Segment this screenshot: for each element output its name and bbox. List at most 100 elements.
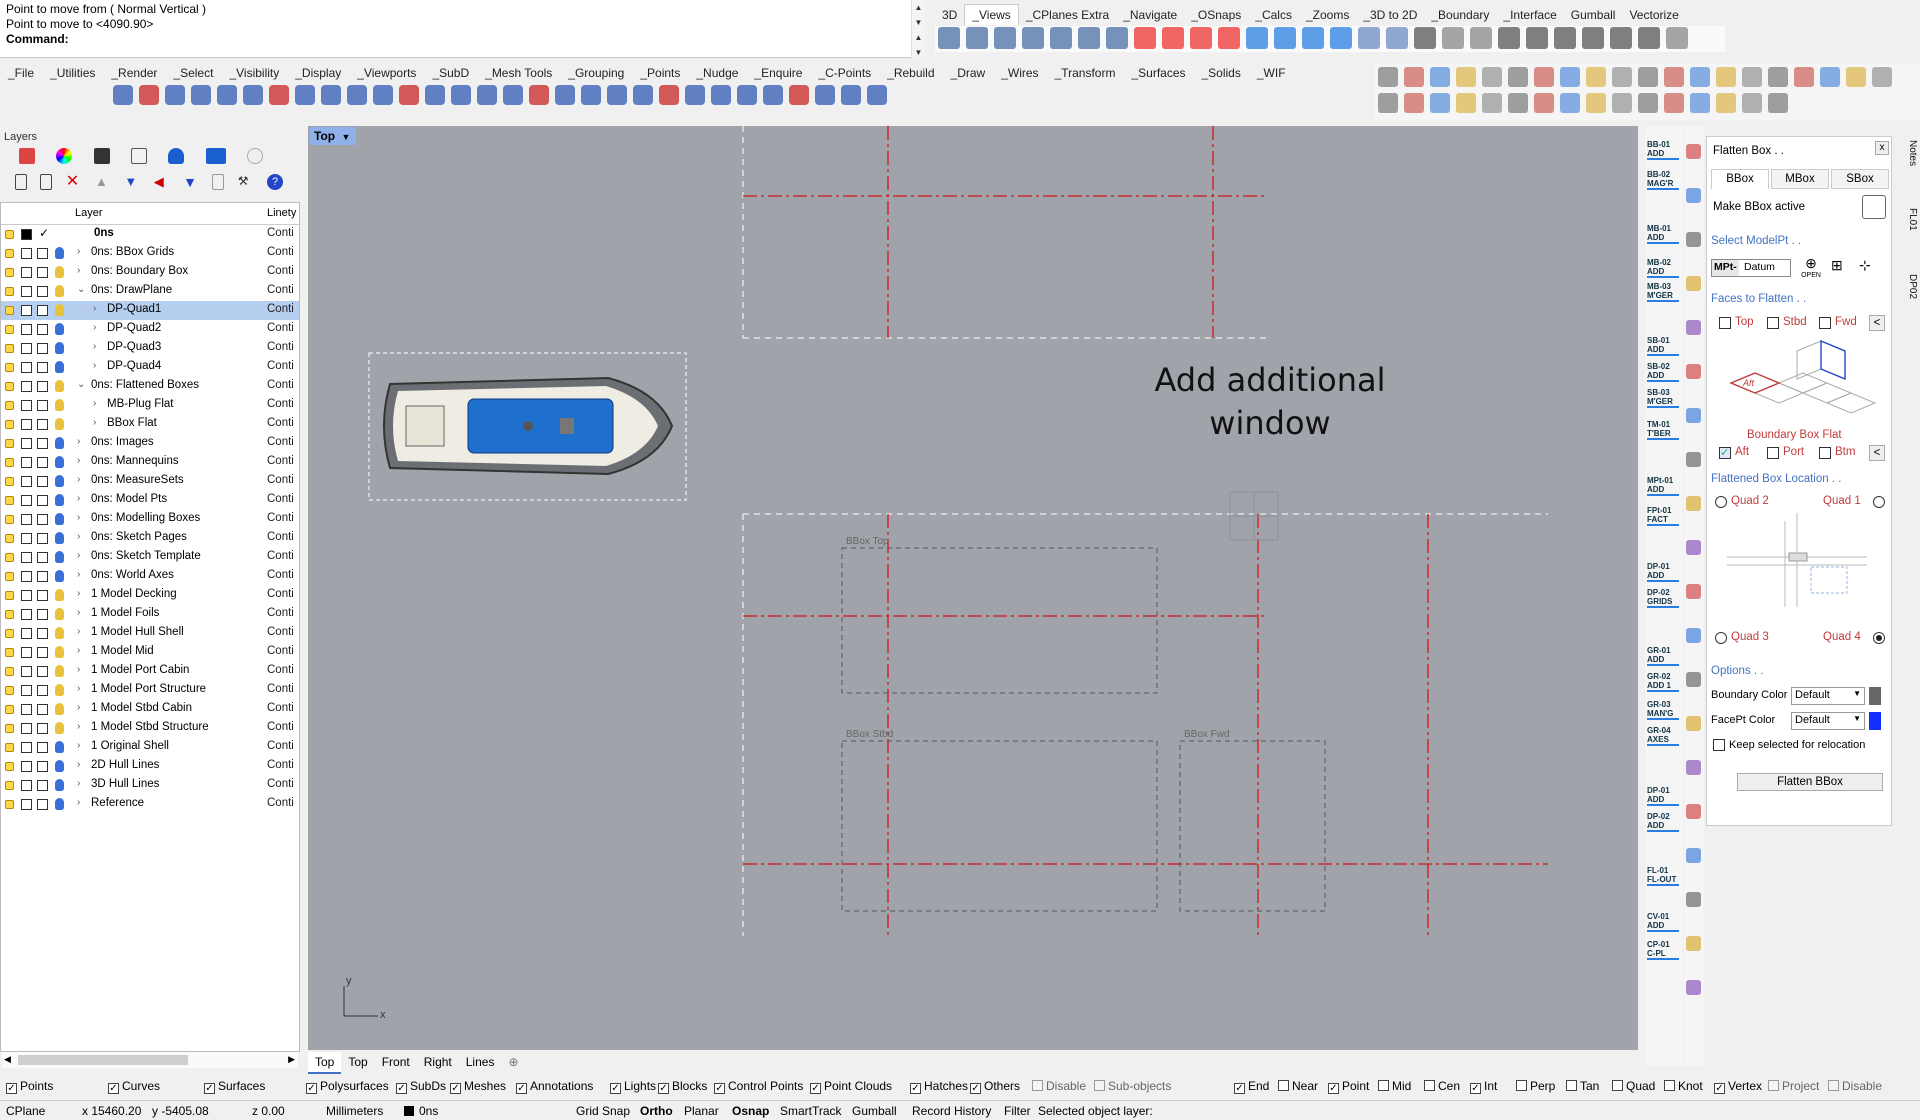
macro-button[interactable]: GR-04 AXES [1647, 726, 1679, 746]
visibility-checkbox[interactable] [21, 305, 32, 316]
expand-faces-button[interactable]: < [1869, 315, 1885, 331]
filter-lights[interactable]: ✓ Lights [610, 1079, 656, 1094]
visibility-checkbox[interactable] [21, 533, 32, 544]
layer-name[interactable]: DP-Quad2 [107, 322, 161, 334]
checkbox[interactable]: ✓ [910, 1083, 921, 1094]
tool-icon[interactable] [1686, 628, 1701, 643]
visibility-checkbox[interactable] [21, 704, 32, 715]
layer-linetype[interactable]: Conti [267, 265, 294, 277]
units-label[interactable]: Millimeters [326, 1104, 383, 1118]
osnap-vertex[interactable]: ✓ Vertex [1714, 1079, 1762, 1094]
layer-row[interactable]: › 0ns: Sketch Pages Conti [1, 529, 299, 548]
face-fwd-checkbox[interactable] [1819, 317, 1831, 329]
layer-row[interactable]: › DP-Quad3 Conti [1, 339, 299, 358]
menu-tab[interactable]: _Draw [943, 64, 994, 82]
checkbox[interactable] [1828, 1080, 1839, 1091]
layer-linetype[interactable]: Conti [267, 455, 294, 467]
lock-icon[interactable] [5, 762, 14, 771]
annotate-point-icon[interactable]: ⊹ [1859, 257, 1879, 277]
tool-icon[interactable] [1768, 93, 1788, 113]
layer-row[interactable]: › Reference Conti [1, 795, 299, 814]
side-tab-dp02[interactable]: DP02 [1900, 274, 1918, 299]
menu-tab[interactable]: _Transform [1047, 64, 1124, 82]
layer-row[interactable]: › 1 Model Decking Conti [1, 586, 299, 605]
layer-row[interactable]: › 1 Model Port Cabin Conti [1, 662, 299, 681]
viewport-tab[interactable]: Top [308, 1052, 342, 1074]
checkbox[interactable]: ✓ [1234, 1083, 1245, 1094]
layer-name[interactable]: 0ns [94, 227, 114, 239]
solid-tool-icon[interactable] [191, 85, 211, 105]
lock-checkbox[interactable] [37, 723, 48, 734]
checkbox[interactable]: ✓ [1470, 1083, 1481, 1094]
face-top-checkbox[interactable] [1719, 317, 1731, 329]
linetype-column-header[interactable]: Linety [267, 207, 296, 219]
layer-row[interactable]: › 1 Model Hull Shell Conti [1, 624, 299, 643]
visibility-checkbox[interactable] [21, 362, 32, 373]
toolbar-icon[interactable] [1498, 27, 1520, 49]
smarttrack-toggle[interactable]: SmartTrack [780, 1104, 842, 1118]
tool-icon[interactable] [1686, 540, 1701, 555]
keep-selected-checkbox[interactable] [1713, 739, 1725, 751]
expand-chevron-icon[interactable]: › [77, 664, 80, 675]
toolbar-icon[interactable] [1302, 27, 1324, 49]
move-down-icon[interactable]: ▼ [124, 174, 140, 190]
checkbox[interactable] [1516, 1080, 1527, 1091]
layer-name[interactable]: 1 Model Port Cabin [91, 664, 189, 676]
lock-checkbox[interactable] [37, 514, 48, 525]
expand-faces-button[interactable]: < [1869, 445, 1885, 461]
menu-tab[interactable]: _Render [103, 64, 165, 82]
menu-tab[interactable]: _Select [165, 64, 221, 82]
toolbar-icon[interactable] [1610, 27, 1632, 49]
expand-chevron-icon[interactable]: › [77, 721, 80, 732]
lock-checkbox[interactable] [37, 685, 48, 696]
scroll-left-icon[interactable]: ◀ [4, 1054, 11, 1065]
toolbar-tab[interactable]: _Calcs [1248, 5, 1299, 25]
macro-button[interactable]: DP-02 GRIDS [1647, 588, 1679, 608]
layer-bulb-icon[interactable] [55, 342, 64, 354]
toolbar-icon[interactable] [1638, 27, 1660, 49]
tool-icon[interactable] [1716, 93, 1736, 113]
lock-checkbox[interactable] [37, 438, 48, 449]
tool-icon[interactable] [1686, 188, 1701, 203]
lock-checkbox[interactable] [37, 571, 48, 582]
menu-tab[interactable]: _File [0, 64, 42, 82]
layer-linetype[interactable]: Conti [267, 626, 294, 638]
toolbar-tab[interactable]: _Navigate [1116, 5, 1184, 25]
lock-checkbox[interactable] [37, 495, 48, 506]
tool-icon[interactable] [1404, 93, 1424, 113]
osnap-disable[interactable]: Disable [1828, 1079, 1882, 1093]
expand-chevron-icon[interactable]: › [77, 246, 80, 257]
filter-blocks[interactable]: ✓ Blocks [658, 1079, 707, 1094]
osnap-project[interactable]: Project [1768, 1079, 1819, 1093]
layer-bulb-icon[interactable] [55, 741, 64, 753]
boundary-color-swatch[interactable] [1869, 687, 1881, 705]
tool-icon[interactable] [1690, 67, 1710, 87]
expand-chevron-icon[interactable]: › [77, 588, 80, 599]
toolbar-tab[interactable]: Vectorize [1622, 5, 1685, 25]
macro-button[interactable]: GR-02 ADD 1 [1647, 672, 1679, 692]
panel-tab-bbox[interactable]: BBox [1711, 169, 1769, 189]
layer-bulb-icon[interactable] [55, 779, 64, 791]
osnap-tan[interactable]: Tan [1566, 1079, 1599, 1093]
layer-bulb-icon[interactable] [55, 304, 64, 316]
layer-row[interactable]: › 2D Hull Lines Conti [1, 757, 299, 776]
toolbar-icon[interactable] [1050, 27, 1072, 49]
osnap-end[interactable]: ✓ End [1234, 1079, 1269, 1094]
make-active-icon[interactable] [1862, 195, 1886, 219]
layer-bulb-icon[interactable] [55, 722, 64, 734]
layer-bulb-icon[interactable] [55, 570, 64, 582]
expand-chevron-icon[interactable]: › [77, 607, 80, 618]
layer-row[interactable]: › 1 Original Shell Conti [1, 738, 299, 757]
tool-icon[interactable] [1794, 67, 1814, 87]
expand-chevron-icon[interactable]: › [93, 417, 96, 428]
new-sublayer-icon[interactable] [40, 174, 53, 190]
visibility-checkbox[interactable] [21, 324, 32, 335]
macro-button[interactable]: TM-01 T'BER [1647, 420, 1679, 440]
tool-icon[interactable] [1686, 452, 1701, 467]
macro-button[interactable]: SB-02 ADD [1647, 362, 1679, 382]
tool-icon[interactable] [1820, 67, 1840, 87]
tool-icon[interactable] [1686, 584, 1701, 599]
layer-name[interactable]: 0ns: Sketch Pages [91, 531, 187, 543]
grid-snap-toggle[interactable]: Grid Snap [576, 1104, 630, 1118]
top-viewport[interactable]: BBox Top BBox Stbd BBox Fwd Add addition… [308, 126, 1638, 1050]
